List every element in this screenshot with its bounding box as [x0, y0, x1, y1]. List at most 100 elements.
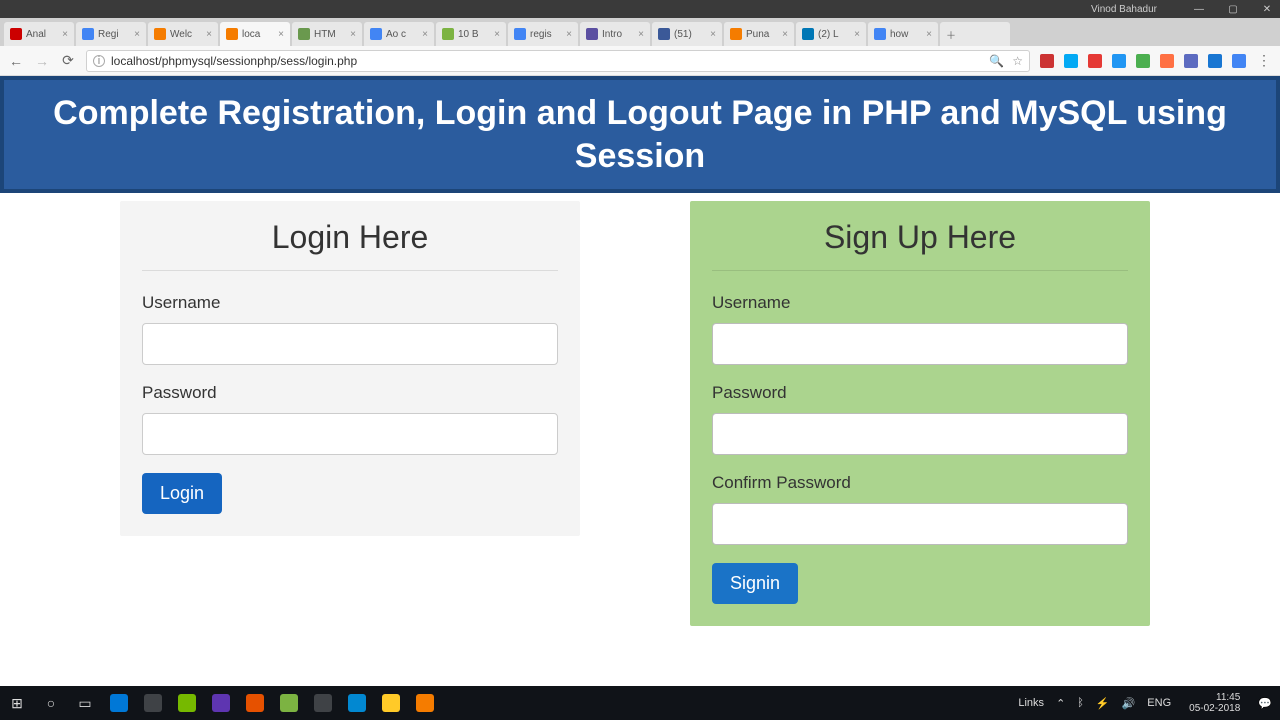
forward-button[interactable]: →	[34, 53, 50, 69]
close-tab-icon[interactable]: ×	[350, 29, 356, 40]
address-bar[interactable]: i localhost/phpmysql/sessionphp/sess/log…	[86, 50, 1030, 72]
taskbar-app-5[interactable]	[272, 686, 306, 720]
reload-button[interactable]: ⟳	[60, 52, 76, 69]
browser-tab-7[interactable]: regis×	[508, 22, 578, 46]
close-tab-icon[interactable]: ×	[926, 29, 932, 40]
browser-tabstrip: Anal×Regi×Welc×loca×HTM×Ao c×10 B×regis×…	[0, 18, 1280, 46]
taskbar-app-3[interactable]	[204, 686, 238, 720]
signup-password-input[interactable]	[712, 413, 1128, 455]
bluetooth-icon[interactable]: ᛒ	[1077, 697, 1084, 709]
tab-label: Regi	[98, 29, 119, 40]
volume-icon[interactable]: 🔊	[1122, 697, 1136, 710]
browser-tab-8[interactable]: Intro ×	[580, 22, 650, 46]
login-button[interactable]: Login	[142, 473, 222, 514]
taskbar-app-6[interactable]	[306, 686, 340, 720]
extension-icon-6[interactable]	[1184, 54, 1198, 68]
extension-icon-7[interactable]	[1208, 54, 1222, 68]
browser-tab-2[interactable]: Welc ×	[148, 22, 218, 46]
action-center-icon[interactable]: 💬	[1258, 697, 1272, 710]
tab-label: Intro	[602, 29, 622, 40]
taskbar-app-7[interactable]	[340, 686, 374, 720]
network-icon[interactable]: ⚡	[1096, 697, 1110, 710]
close-tab-icon[interactable]: ×	[710, 29, 716, 40]
windows-taskbar: ⊞ ○ ▭ Links ⌃ ᛒ ⚡ 🔊 ENG 11:45 05-02-2018…	[0, 686, 1280, 720]
signup-username-label: Username	[712, 293, 1128, 313]
minimize-button[interactable]: —	[1192, 4, 1206, 15]
close-tab-icon[interactable]: ×	[62, 29, 68, 40]
browser-tab-1[interactable]: Regi ×	[76, 22, 146, 46]
site-info-icon[interactable]: i	[93, 55, 105, 67]
browser-tab-11[interactable]: (2) L×	[796, 22, 866, 46]
start-button[interactable]: ⊞	[0, 686, 34, 720]
favicon-icon	[154, 28, 166, 40]
signup-password-label: Password	[712, 383, 1128, 403]
tab-label: Welc	[170, 29, 192, 40]
favicon-icon	[658, 28, 670, 40]
tab-label: HTM	[314, 29, 336, 40]
signup-panel: Sign Up Here Username Password Confirm P…	[690, 201, 1150, 626]
signup-confirm-input[interactable]	[712, 503, 1128, 545]
signin-button[interactable]: Signin	[712, 563, 798, 604]
close-tab-icon[interactable]: ×	[494, 29, 500, 40]
cortana-icon[interactable]: ○	[34, 686, 68, 720]
close-tab-icon[interactable]: ×	[206, 29, 212, 40]
taskbar-app-2[interactable]	[170, 686, 204, 720]
favicon-icon	[10, 28, 22, 40]
clock-date: 05-02-2018	[1189, 703, 1240, 714]
favicon-icon	[730, 28, 742, 40]
window-user: Vinod Bahadur	[1091, 4, 1157, 15]
login-username-input[interactable]	[142, 323, 558, 365]
close-tab-icon[interactable]: ×	[278, 29, 284, 40]
browser-tab-10[interactable]: Puna×	[724, 22, 794, 46]
browser-tab-12[interactable]: how ×	[868, 22, 938, 46]
close-tab-icon[interactable]: ×	[134, 29, 140, 40]
browser-tab-5[interactable]: Ao c×	[364, 22, 434, 46]
tray-chevron-icon[interactable]: ⌃	[1056, 697, 1065, 710]
maximize-button[interactable]: ▢	[1226, 4, 1240, 15]
browser-tab-9[interactable]: (51)×	[652, 22, 722, 46]
close-tab-icon[interactable]: ×	[566, 29, 572, 40]
bookmark-star-icon[interactable]: ☆	[1012, 54, 1023, 68]
close-tab-icon[interactable]: ×	[782, 29, 788, 40]
close-tab-icon[interactable]: ×	[854, 29, 860, 40]
extension-icon-4[interactable]	[1136, 54, 1150, 68]
zoom-icon[interactable]: 🔍	[989, 54, 1004, 68]
close-window-button[interactable]: ✕	[1260, 4, 1274, 15]
close-tab-icon[interactable]: ×	[422, 29, 428, 40]
login-heading: Login Here	[142, 219, 558, 271]
login-password-label: Password	[142, 383, 558, 403]
tab-label: how	[890, 29, 908, 40]
extension-icon-8[interactable]	[1232, 54, 1246, 68]
login-password-input[interactable]	[142, 413, 558, 455]
tab-label: loca	[242, 29, 260, 40]
taskbar-app-0[interactable]	[102, 686, 136, 720]
browser-toolbar: ← → ⟳ i localhost/phpmysql/sessionphp/se…	[0, 46, 1280, 76]
browser-tab-3[interactable]: loca ×	[220, 22, 290, 46]
page-title: Complete Registration, Login and Logout …	[0, 76, 1280, 193]
browser-tab-4[interactable]: HTM ×	[292, 22, 362, 46]
links-toolbar[interactable]: Links	[1018, 697, 1044, 709]
taskview-icon[interactable]: ▭	[68, 686, 102, 720]
extension-icon-5[interactable]	[1160, 54, 1174, 68]
new-tab-button[interactable]: ＋	[940, 22, 1010, 46]
clock[interactable]: 11:45 05-02-2018	[1183, 692, 1246, 714]
extension-icon-0[interactable]	[1040, 54, 1054, 68]
page-content: Complete Registration, Login and Logout …	[0, 76, 1280, 686]
back-button[interactable]: ←	[8, 53, 24, 69]
favicon-icon	[802, 28, 814, 40]
taskbar-app-8[interactable]	[374, 686, 408, 720]
extension-icon-2[interactable]	[1088, 54, 1102, 68]
language-indicator[interactable]: ENG	[1147, 697, 1171, 709]
extension-icon-3[interactable]	[1112, 54, 1126, 68]
taskbar-app-4[interactable]	[238, 686, 272, 720]
extension-icon-1[interactable]	[1064, 54, 1078, 68]
browser-tab-6[interactable]: 10 B×	[436, 22, 506, 46]
login-username-label: Username	[142, 293, 558, 313]
chrome-menu-button[interactable]: ⋮	[1256, 52, 1272, 69]
browser-tab-0[interactable]: Anal×	[4, 22, 74, 46]
extension-icons	[1040, 54, 1246, 68]
signup-username-input[interactable]	[712, 323, 1128, 365]
close-tab-icon[interactable]: ×	[638, 29, 644, 40]
taskbar-app-1[interactable]	[136, 686, 170, 720]
taskbar-app-9[interactable]	[408, 686, 442, 720]
